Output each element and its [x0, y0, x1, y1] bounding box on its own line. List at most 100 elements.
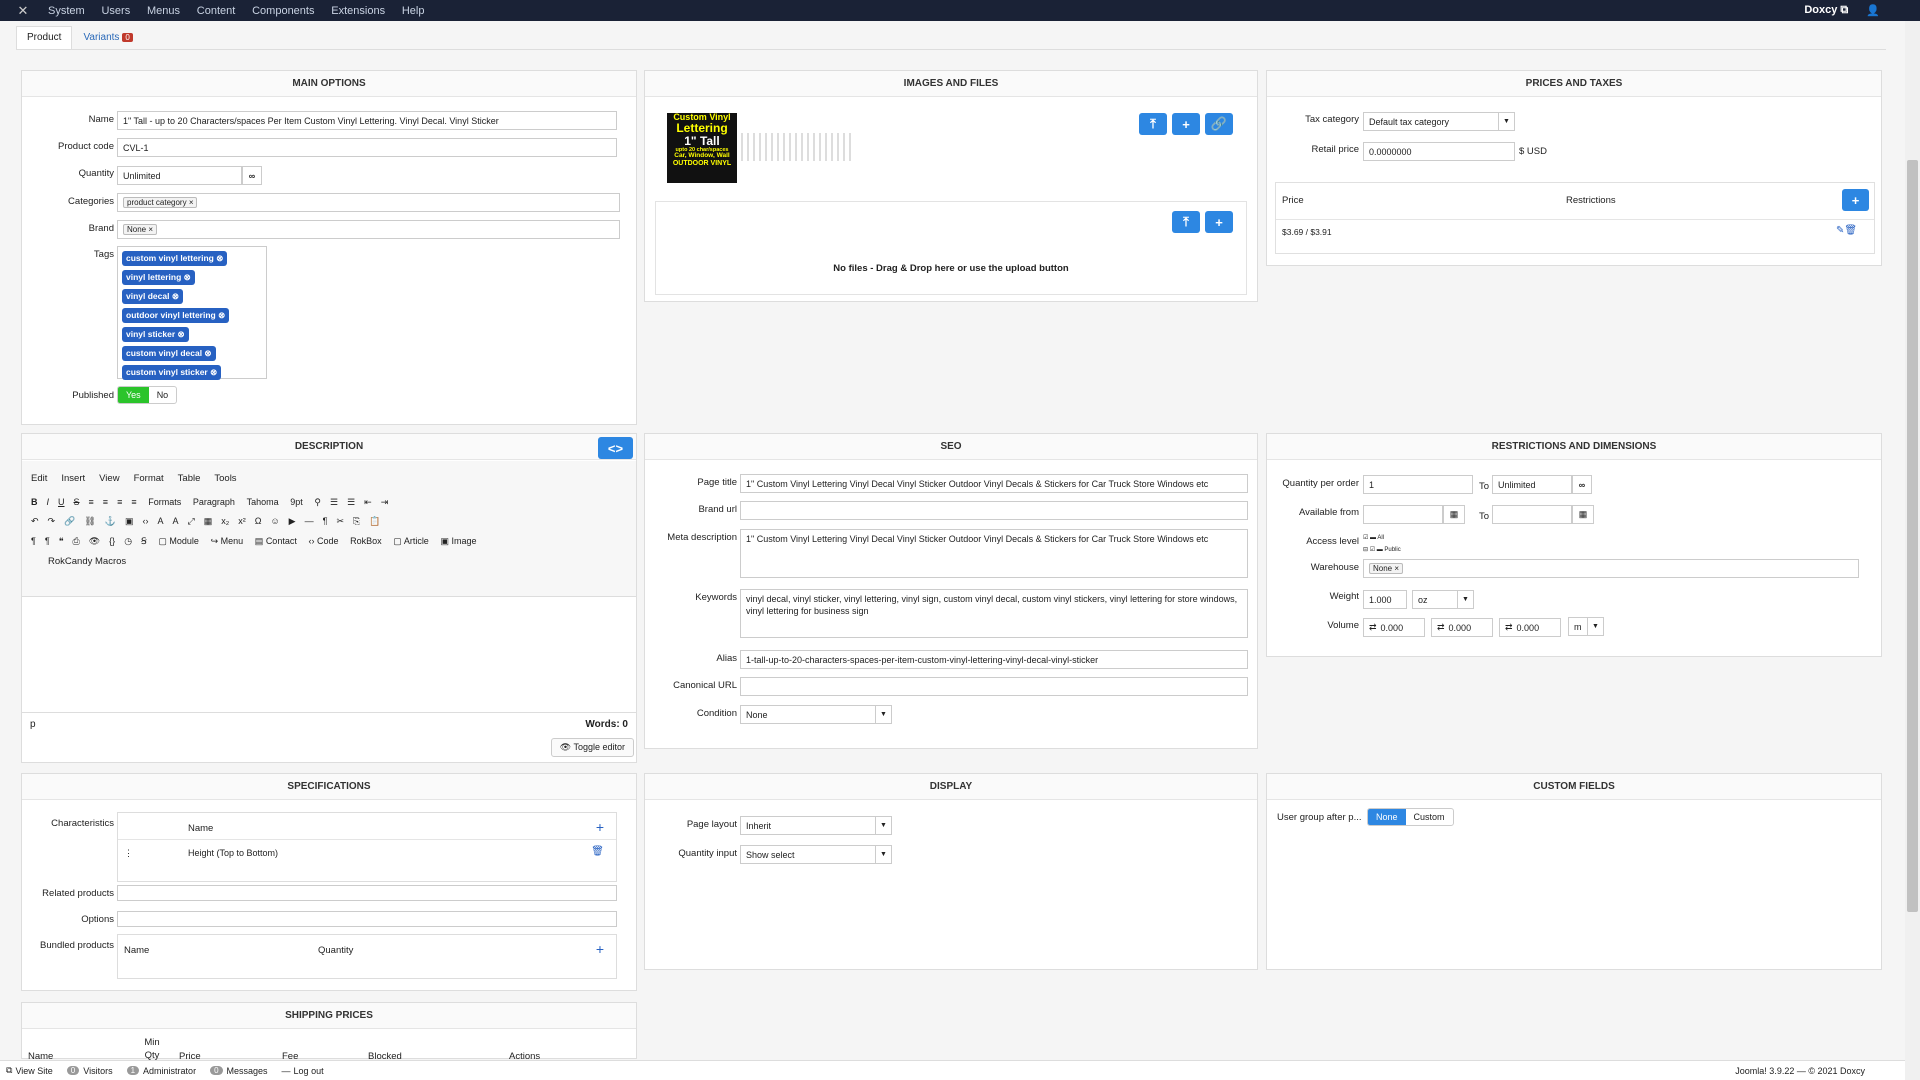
published-no-button[interactable]: No	[149, 387, 177, 403]
brand-chip[interactable]: None ×	[123, 224, 158, 235]
find-icon[interactable]: ⚲	[314, 497, 321, 508]
canonical-url-input[interactable]	[740, 677, 1248, 696]
menu-insert[interactable]: Insert	[61, 473, 85, 484]
page-layout-select[interactable]: Inherit ▼	[740, 816, 892, 835]
drag-handle-icon[interactable]: ⋮	[124, 848, 133, 859]
image-icon[interactable]: ▣	[125, 516, 134, 527]
tag-chip[interactable]: vinyl sticker ⊗	[122, 327, 189, 342]
font-size-dropdown[interactable]: 9pt	[290, 497, 303, 507]
bullet-list-icon[interactable]: ☰	[330, 497, 338, 508]
rtl-icon[interactable]: ¶	[45, 536, 50, 546]
retail-price-input[interactable]: 0.0000000	[1363, 142, 1515, 161]
tab-variants[interactable]: Variants 0	[72, 26, 143, 50]
brand-input[interactable]: None ×	[117, 220, 620, 239]
menu-menus[interactable]: Menus	[147, 5, 180, 17]
ltr-icon[interactable]: ¶	[31, 536, 36, 546]
align-right-icon[interactable]: ≡	[117, 497, 122, 507]
joomla-logo-icon[interactable]: ✕	[12, 0, 34, 21]
view-site-link[interactable]: ⧉ View Site	[6, 1065, 53, 1076]
tags-box[interactable]: custom vinyl lettering ⊗ vinyl lettering…	[117, 246, 267, 380]
image-button[interactable]: ▣ Image	[440, 536, 476, 547]
qpo-to-input[interactable]: Unlimited	[1492, 475, 1572, 494]
add-file-button[interactable]: +	[1205, 211, 1233, 233]
volume-unit-select[interactable]: m ▼	[1568, 617, 1604, 636]
menu-help[interactable]: Help	[402, 5, 425, 17]
volume-length-input[interactable]: ⇄ 0.000	[1363, 618, 1425, 637]
infinity-icon[interactable]: ∞	[1572, 475, 1592, 494]
menu-button[interactable]: ↪ Menu	[211, 536, 244, 547]
menu-edit[interactable]: Edit	[31, 473, 47, 484]
link-icon[interactable]: 🔗	[64, 516, 75, 527]
menu-view[interactable]: View	[99, 473, 119, 484]
product-image-thumb[interactable]: Custom Vinyl Lettering 1" Tall upto 20 c…	[667, 112, 737, 183]
rokcandy-macros-button[interactable]: RokCandy Macros	[48, 556, 126, 567]
calendar-icon[interactable]: ▦	[1443, 505, 1465, 524]
strikethrough-icon[interactable]: S	[74, 497, 80, 507]
module-button[interactable]: ▢ Module	[158, 536, 199, 547]
tag-chip[interactable]: vinyl lettering ⊗	[122, 270, 195, 285]
tag-chip[interactable]: custom vinyl sticker ⊗	[122, 365, 222, 380]
tab-product[interactable]: Product	[16, 26, 73, 50]
link-image-button[interactable]: 🔗	[1205, 113, 1233, 135]
add-image-button[interactable]: +	[1172, 113, 1200, 135]
align-center-icon[interactable]: ≡	[103, 497, 108, 507]
messages-link[interactable]: 0 Messages	[210, 1066, 268, 1076]
pilcrow-icon[interactable]: ¶	[323, 516, 328, 526]
menu-users[interactable]: Users	[101, 5, 130, 17]
text-color-icon[interactable]: A	[157, 516, 163, 526]
weight-input[interactable]: 1.000	[1363, 590, 1407, 609]
available-to-input[interactable]	[1492, 505, 1572, 524]
unlink-icon[interactable]: ⛓	[84, 516, 95, 527]
bold-icon[interactable]: B	[31, 497, 38, 507]
paste-icon[interactable]: 📋	[369, 516, 380, 527]
logout-link[interactable]: — Log out	[282, 1066, 324, 1076]
condition-select[interactable]: None ▼	[740, 705, 892, 724]
visitors-link[interactable]: 0 Visitors	[66, 1066, 113, 1076]
brand-url-input[interactable]	[740, 501, 1248, 520]
administrator-link[interactable]: 1 Administrator	[126, 1066, 196, 1076]
article-button[interactable]: ▢ Article	[393, 536, 429, 547]
product-image-thumb-2[interactable]	[741, 133, 851, 161]
tax-category-select[interactable]: Default tax category ▼	[1363, 112, 1515, 131]
numbered-list-icon[interactable]: ☰	[347, 497, 355, 508]
contact-button[interactable]: ▤ Contact	[255, 536, 297, 547]
weight-unit-select[interactable]: oz ▼	[1412, 590, 1474, 609]
infinity-icon[interactable]: ∞	[242, 166, 262, 185]
media-icon[interactable]: ▶	[289, 516, 296, 527]
menu-format[interactable]: Format	[134, 473, 164, 484]
cut-icon[interactable]: ✂	[336, 516, 344, 527]
outdent-icon[interactable]: ⇤	[364, 497, 372, 508]
page-title-input[interactable]: 1" Custom Vinyl Lettering Vinyl Decal Vi…	[740, 474, 1248, 493]
indent-icon[interactable]: ⇥	[381, 497, 389, 508]
charmap-icon[interactable]: Ω	[255, 516, 262, 526]
volume-height-input[interactable]: ⇄ 0.000	[1499, 618, 1561, 637]
warehouse-chip[interactable]: None ×	[1369, 563, 1404, 574]
meta-description-input[interactable]: 1" Custom Vinyl Lettering Vinyl Decal Vi…	[740, 529, 1248, 578]
justify-icon[interactable]: ≡	[131, 497, 136, 507]
underline-icon[interactable]: U	[58, 497, 65, 507]
toggle-editor-button[interactable]: 👁 Toggle editor	[550, 738, 634, 757]
tag-chip[interactable]: custom vinyl lettering ⊗	[122, 251, 228, 266]
published-yes-button[interactable]: Yes	[118, 387, 149, 403]
alias-input[interactable]: 1-tall-up-to-20-characters-spaces-per-it…	[740, 650, 1248, 669]
superscript-icon[interactable]: x²	[238, 516, 246, 526]
related-products-input[interactable]	[117, 885, 617, 901]
align-left-icon[interactable]: ≡	[89, 497, 94, 507]
code-view-button[interactable]: <>	[598, 437, 633, 459]
clock-icon[interactable]: ◷	[124, 536, 132, 547]
template-icon[interactable]: {}	[109, 536, 115, 546]
undo-icon[interactable]: ↶	[31, 516, 39, 527]
categories-input[interactable]: product category ×	[117, 193, 620, 212]
add-price-button[interactable]: +	[1842, 189, 1869, 211]
add-characteristic-button[interactable]: +	[596, 819, 604, 835]
delete-icon[interactable]: 🗑	[591, 846, 604, 857]
menu-tools[interactable]: Tools	[214, 473, 236, 484]
blockquote-icon[interactable]: ❝	[59, 536, 64, 547]
bg-color-icon[interactable]: A	[173, 516, 179, 526]
table-icon[interactable]: ▦	[204, 516, 213, 527]
hr-icon[interactable]: —	[305, 516, 314, 526]
print-icon[interactable]: ⎙	[73, 536, 80, 547]
menu-table[interactable]: Table	[178, 473, 201, 484]
edit-price-icon[interactable]: ✎🗑	[1836, 225, 1857, 236]
user-group-none-button[interactable]: None	[1368, 809, 1406, 825]
